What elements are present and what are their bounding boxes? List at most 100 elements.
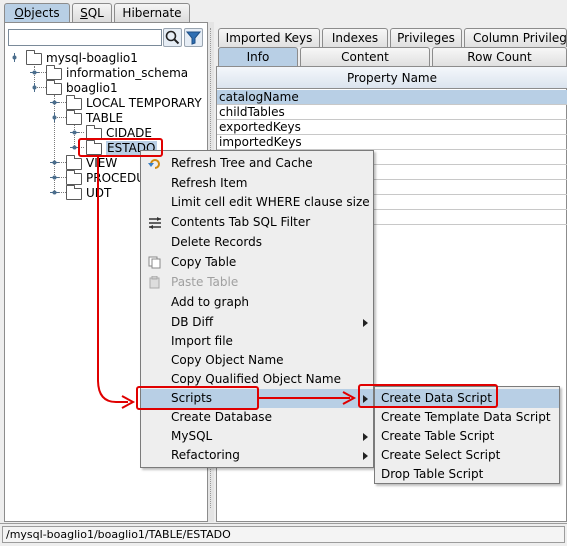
menu-item-import-file[interactable]: Import file (141, 332, 373, 351)
copy-icon (148, 256, 161, 269)
menu-item-paste-table: Paste Table (141, 273, 373, 292)
tab-info-label: Info (246, 50, 270, 64)
expand-handle-cidade[interactable] (70, 128, 79, 137)
tab-row-count[interactable]: Row Count (432, 47, 567, 66)
tab-indexes[interactable]: Indexes (322, 28, 388, 47)
menu-item-mysql[interactable]: MySQL (141, 427, 373, 446)
menu-item-label: Delete Records (171, 235, 262, 249)
tab-imported-keys-label: Imported Keys (225, 31, 313, 45)
menu-item-refresh-tree[interactable]: Refresh Tree and Cache (141, 154, 373, 173)
expand-handle-local-temporary[interactable] (50, 98, 59, 107)
submenu-item-create-select-script[interactable]: Create Select Script (375, 446, 559, 465)
table-row[interactable]: exportedKeys (217, 120, 567, 135)
menu-item-db-diff[interactable]: DB Diff (141, 313, 373, 332)
submenu-item-create-table-script[interactable]: Create Table Script (375, 427, 559, 446)
tab-row-count-label: Row Count (467, 50, 532, 64)
tree-node-udt[interactable]: UDT (86, 186, 111, 200)
annotation-box-scripts (136, 386, 259, 410)
table-cell: childTables (219, 105, 285, 119)
annotation-box-estado (78, 138, 163, 157)
tab-sql-label: QL (87, 6, 104, 20)
menu-item-contents-tab-sql-filter[interactable]: Contents Tab SQL Filter (141, 213, 373, 232)
tab-privileges[interactable]: Privileges (390, 28, 462, 47)
submenu-item-label: Drop Table Script (381, 467, 484, 481)
folder-icon (66, 95, 82, 110)
filter-button[interactable] (184, 28, 203, 47)
tab-indexes-label: Indexes (331, 31, 379, 45)
submenu-arrow-icon (363, 433, 368, 441)
menu-item-label: Limit cell edit WHERE clause size (171, 195, 370, 209)
status-path: /mysql-boaglio1/boaglio1/TABLE/ESTADO (2, 526, 565, 543)
menu-item-label: Refactoring (171, 448, 240, 462)
tab-hibernate[interactable]: Hibernate (114, 3, 190, 22)
tab-sql-mnemonic: S (80, 6, 88, 20)
collapse-handle-root[interactable] (10, 53, 19, 62)
tab-objects-label: bjects (23, 6, 60, 20)
menu-item-create-database[interactable]: Create Database (141, 408, 373, 427)
menu-item-label: Refresh Tree and Cache (171, 156, 313, 170)
tab-objects-mnemonic: O (14, 6, 24, 20)
folder-icon (46, 65, 62, 80)
menu-item-add-to-graph[interactable]: Add to graph (141, 293, 373, 312)
submenu-arrow-icon (363, 319, 368, 327)
tree-node-table[interactable]: TABLE (86, 111, 123, 125)
submenu-item-drop-table-script[interactable]: Drop Table Script (375, 465, 559, 484)
tab-imported-keys[interactable]: Imported Keys (218, 28, 320, 47)
tab-content[interactable]: Content (300, 47, 430, 66)
expand-handle-udt[interactable] (50, 188, 59, 197)
menu-item-label: Contents Tab SQL Filter (171, 215, 311, 229)
menu-item-label: Import file (171, 334, 233, 348)
submenu-item-label: Create Select Script (381, 448, 501, 462)
menu-item-label: MySQL (171, 429, 213, 443)
annotation-box-create-data-script (358, 384, 498, 408)
menu-item-refactoring[interactable]: Refactoring (141, 446, 373, 465)
expand-handle-information-schema[interactable] (30, 68, 39, 77)
folder-icon (46, 80, 62, 95)
expand-handle-view[interactable] (50, 158, 59, 167)
submenu-item-create-template-data-script[interactable]: Create Template Data Script (375, 408, 559, 427)
menu-item-limit-cell-edit[interactable]: Limit cell edit WHERE clause size (141, 193, 373, 212)
column-header-property-name[interactable]: Property Name (217, 67, 567, 89)
menu-item-label: DB Diff (171, 315, 214, 329)
submenu-arrow-icon (363, 452, 368, 460)
folder-icon (26, 50, 42, 65)
tree-node-information-schema[interactable]: information_schema (66, 66, 188, 80)
submenu-item-label: Create Table Script (381, 429, 495, 443)
tree-node-boaglio1[interactable]: boaglio1 (66, 81, 118, 95)
column-header-label: Property Name (347, 71, 437, 85)
collapse-handle-boaglio1[interactable] (30, 83, 39, 92)
table-row[interactable]: catalogName (217, 90, 567, 105)
submenu-item-label: Create Template Data Script (381, 410, 551, 424)
tree-node-local-temporary[interactable]: LOCAL TEMPORARY (86, 96, 202, 110)
menu-item-refresh-item[interactable]: Refresh Item (141, 174, 373, 193)
tree-filter-input[interactable] (8, 29, 162, 46)
table-row[interactable]: importedKeys (217, 135, 567, 150)
menu-item-label: Copy Object Name (171, 353, 284, 367)
folder-icon (66, 155, 82, 170)
tab-column-privileges[interactable]: Column Privileges (464, 28, 567, 47)
context-menu: Refresh Tree and Cache Refresh Item Limi… (140, 150, 374, 468)
tree-node-root[interactable]: mysql-boaglio1 (46, 51, 138, 65)
menu-item-label: Copy Table (171, 255, 237, 269)
menu-item-label: Create Database (171, 410, 272, 424)
menu-item-delete-records[interactable]: Delete Records (141, 233, 373, 252)
menu-item-copy-object-name[interactable]: Copy Object Name (141, 351, 373, 370)
tab-objects[interactable]: Objects (4, 3, 70, 22)
table-cell: importedKeys (219, 135, 302, 149)
menu-item-label: Add to graph (171, 295, 250, 309)
table-cell: catalogName (219, 90, 299, 104)
status-bar: /mysql-boaglio1/boaglio1/TABLE/ESTADO (0, 523, 567, 546)
tab-info[interactable]: Info (218, 47, 298, 66)
menu-item-label: Refresh Item (171, 176, 248, 190)
refresh-icon (148, 159, 160, 169)
tab-hibernate-label: Hibernate (122, 6, 182, 20)
collapse-handle-table[interactable] (50, 113, 59, 122)
menu-item-label: Copy Qualified Object Name (171, 372, 341, 386)
expand-handle-procedure[interactable] (50, 173, 59, 182)
table-row[interactable]: childTables (217, 105, 567, 120)
folder-icon (66, 110, 82, 125)
tab-sql[interactable]: SQL (72, 3, 112, 22)
search-button[interactable] (163, 28, 182, 47)
menu-item-copy-table[interactable]: Copy Table (141, 253, 373, 272)
tree-node-view[interactable]: VIEW (86, 156, 117, 170)
